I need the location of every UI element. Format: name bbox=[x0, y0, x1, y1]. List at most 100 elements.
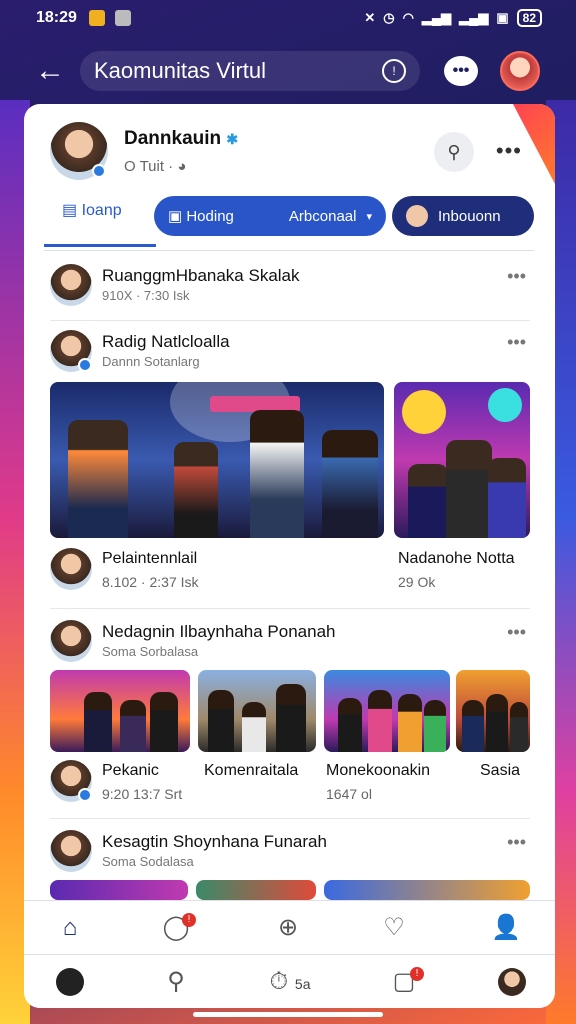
list-icon: ▤ bbox=[62, 202, 78, 219]
more-options-icon[interactable]: ••• bbox=[507, 832, 526, 853]
divider bbox=[50, 320, 530, 321]
post-meta: Soma Sorbalasa bbox=[102, 644, 199, 659]
verified-icon bbox=[92, 164, 106, 178]
verified-icon bbox=[78, 788, 92, 802]
profile-name-text: Dannkauin bbox=[124, 128, 222, 149]
profile-header: Dannkauin ✱ O Tuit · ◕ ⚲ ••• bbox=[50, 122, 530, 182]
notification-icon[interactable]: ▢ ! bbox=[384, 965, 424, 999]
notification-icon bbox=[88, 10, 105, 26]
profile-icon[interactable]: 👤 bbox=[486, 911, 526, 945]
media-thumbnail[interactable] bbox=[456, 670, 530, 752]
tab-bar: ▤ Ioanp ▣ Hoding Arbconaal ▾ Inbouonn bbox=[44, 196, 534, 247]
add-icon[interactable]: ⊕ bbox=[268, 911, 308, 945]
media-thumbnail[interactable] bbox=[324, 880, 530, 900]
signal-icon: ▂▄▆ bbox=[421, 10, 452, 25]
post-title: Radig Natlcloalla bbox=[102, 332, 230, 351]
top-app-bar: ← Kaomunitas Virtul ! ••• bbox=[0, 44, 576, 98]
post-avatar[interactable] bbox=[50, 264, 92, 306]
post-meta: 910X · 7:30 Isk bbox=[102, 288, 190, 303]
divider bbox=[44, 250, 534, 251]
bottom-nav-secondary: ⚲ ⏱ 5a ▢ ! bbox=[24, 954, 555, 1008]
media-meta: 29 Ok bbox=[398, 574, 436, 590]
battery-indicator: 82 bbox=[516, 9, 542, 27]
post-meta: Soma Sodalasa bbox=[102, 854, 194, 869]
search-text: Kaomunitas Virtul bbox=[94, 58, 267, 83]
home-indicator[interactable] bbox=[193, 1012, 383, 1017]
search-icon[interactable]: ⚲ bbox=[156, 965, 196, 999]
media-title: Nadanohe Notta bbox=[398, 550, 515, 567]
search-icon[interactable]: ⚲ bbox=[434, 132, 474, 172]
tab-active-indicator bbox=[44, 244, 156, 247]
more-options-icon[interactable]: ••• bbox=[507, 266, 526, 287]
list-item[interactable]: Nedagnin Ilbaynhaha Ponanah Soma Sorbala… bbox=[50, 620, 530, 664]
media-title: Sasia bbox=[480, 762, 521, 779]
user-avatar[interactable] bbox=[500, 51, 540, 91]
app-avatar-icon[interactable] bbox=[50, 965, 90, 999]
search-bar[interactable]: Kaomunitas Virtul ! bbox=[80, 51, 420, 91]
chat-bubble-icon[interactable]: ••• bbox=[444, 56, 478, 86]
media-meta: 9:20 13:7 Srt bbox=[102, 786, 183, 802]
more-options-icon[interactable]: ••• bbox=[496, 138, 522, 164]
arrow-left-icon[interactable]: ← bbox=[30, 51, 70, 91]
status-time: 18:29 bbox=[36, 9, 77, 26]
divider bbox=[50, 608, 530, 609]
post-avatar[interactable] bbox=[50, 620, 92, 662]
more-options-icon[interactable]: ••• bbox=[507, 332, 526, 353]
screen-icon: ▣ bbox=[496, 10, 509, 25]
timer-icon[interactable]: ⏱ 5a bbox=[260, 965, 320, 999]
user-avatar[interactable] bbox=[492, 965, 532, 999]
media-thumbnail[interactable] bbox=[50, 382, 384, 538]
profile-name: Dannkauin ✱ bbox=[124, 128, 238, 150]
comment-icon[interactable]: ◯ ! bbox=[156, 911, 196, 945]
more-options-icon[interactable]: ••• bbox=[507, 622, 526, 643]
app-avatar bbox=[56, 968, 84, 996]
timer-label: 5a bbox=[294, 976, 311, 992]
status-bar: 18:29 ✕ ◷ ◠ ▂▄▆ ▂▄▆ ▣ 82 bbox=[0, 0, 576, 36]
search-icon[interactable]: ! bbox=[382, 59, 406, 83]
tab-inbouonn-label: Inbouonn bbox=[438, 207, 501, 225]
timer-glyph: ⏱ bbox=[269, 968, 289, 995]
heart-icon[interactable]: ♡ bbox=[374, 911, 414, 945]
mute-icon: ✕ bbox=[364, 10, 376, 25]
media-title: Pekanic bbox=[102, 762, 159, 779]
media-thumbnail[interactable] bbox=[324, 670, 450, 752]
media-thumbnail[interactable] bbox=[394, 382, 530, 538]
tab-inbouonn[interactable]: Inbouonn bbox=[392, 196, 534, 236]
verified-icon bbox=[78, 358, 92, 372]
tab-ioanp[interactable]: ▤ Ioanp bbox=[62, 200, 122, 220]
home-icon[interactable]: ⌂ bbox=[50, 911, 90, 945]
post-title: RuanggmHbanaka Skalak bbox=[102, 266, 300, 285]
user-avatar-image bbox=[498, 968, 526, 996]
divider bbox=[50, 818, 530, 819]
post-title: Nedagnin Ilbaynhaha Ponanah bbox=[102, 622, 336, 641]
media-thumbnail[interactable] bbox=[198, 670, 316, 752]
main-card: Dannkauin ✱ O Tuit · ◕ ⚲ ••• ▤ Ioanp ▣ H… bbox=[24, 104, 555, 1008]
list-item[interactable]: RuanggmHbanaka Skalak 910X · 7:30 Isk ••… bbox=[50, 264, 530, 308]
profile-subtitle: O Tuit · ◕ bbox=[124, 158, 186, 175]
list-item[interactable]: Radig Natlcloalla Dannn Sotanlarg ••• bbox=[50, 330, 530, 374]
signal-icon-2: ▂▄▆ bbox=[459, 10, 489, 25]
notification-badge: ! bbox=[410, 967, 424, 981]
media-thumbnail[interactable] bbox=[50, 670, 190, 752]
caption-avatar[interactable] bbox=[50, 548, 92, 590]
calendar-icon: ▣ bbox=[168, 208, 187, 225]
tab-hoding-label: Hoding bbox=[186, 207, 234, 225]
media-title: Monekoonakin bbox=[326, 762, 431, 779]
alarm-icon: ◷ bbox=[383, 10, 395, 25]
list-item[interactable]: Kesagtin Shoynhana Funarah Soma Sodalasa… bbox=[50, 830, 530, 874]
media-meta: 1647 ol bbox=[326, 786, 372, 802]
post-avatar[interactable] bbox=[50, 830, 92, 872]
media-thumbnail[interactable] bbox=[196, 880, 316, 900]
media-title: Pelaintennlail bbox=[102, 550, 198, 567]
notification-badge: ! bbox=[182, 913, 196, 927]
media-title: Komenraitala bbox=[204, 762, 299, 779]
wifi-icon: ◠ bbox=[402, 10, 414, 25]
tab-arbconaal-label: Arbconaal bbox=[288, 207, 357, 225]
post-title: Kesagtin Shoynhana Funarah bbox=[102, 832, 327, 851]
tab-hoding[interactable]: ▣ Hoding Arbconaal ▾ bbox=[154, 196, 386, 236]
tab-avatar bbox=[406, 205, 428, 227]
media-thumbnail[interactable] bbox=[50, 880, 188, 900]
globe-icon: ◕ bbox=[177, 158, 187, 175]
bottom-nav-primary: ⌂ ◯ ! ⊕ ♡ 👤 bbox=[24, 900, 555, 954]
profile-subtitle-text: O Tuit · bbox=[124, 158, 174, 175]
